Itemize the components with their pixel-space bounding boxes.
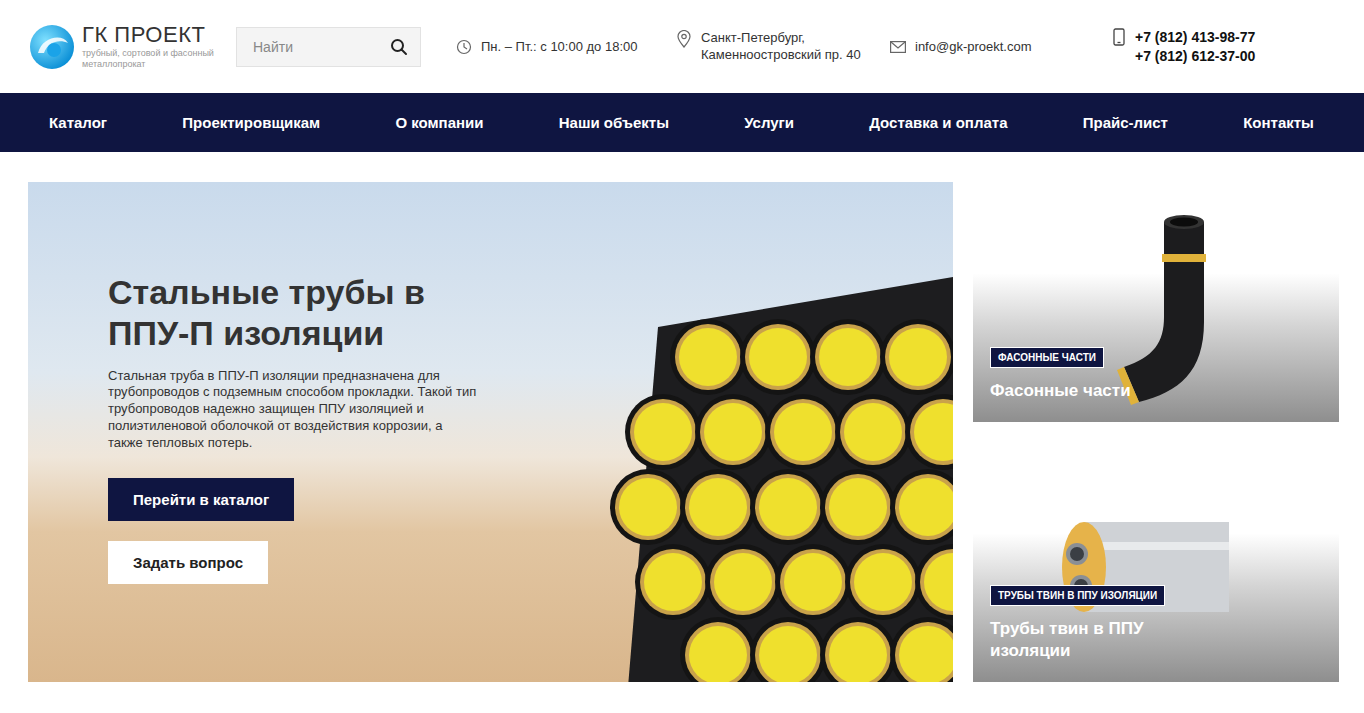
- hours-text: Пн. – Пт.: с 10:00 до 18:00: [481, 39, 638, 54]
- category-card[interactable]: ФАСОННЫЕ ЧАСТИ Фасонные части: [973, 182, 1339, 422]
- email[interactable]: info@gk-proekt.com: [890, 39, 1113, 54]
- search-icon[interactable]: [390, 38, 408, 56]
- nav-item[interactable]: О компании: [395, 114, 483, 131]
- category-cards: ФАСОННЫЕ ЧАСТИ Фасонные части ТРУБЫ ТВИН…: [973, 182, 1339, 682]
- logo-subtitle: трубный, сортовой и фасонный металлопрок…: [82, 48, 232, 69]
- card-title[interactable]: Трубы твин в ППУ изоляции: [990, 618, 1190, 662]
- nav-item[interactable]: Услуги: [744, 114, 794, 131]
- address: Санкт-Петербург,Каменноостровский пр. 40: [676, 30, 890, 64]
- search-field[interactable]: [236, 27, 421, 67]
- category-card[interactable]: ТРУБЫ ТВИН В ППУ ИЗОЛЯЦИИ Трубы твин в П…: [973, 442, 1339, 682]
- nav-item[interactable]: Контакты: [1243, 114, 1314, 131]
- location-pin-icon: [676, 30, 692, 48]
- nav-item[interactable]: Доставка и оплата: [869, 114, 1007, 131]
- clock-icon: [456, 39, 472, 55]
- nav-item[interactable]: Проектировщикам: [182, 114, 320, 131]
- nav-item[interactable]: Наши объекты: [559, 114, 669, 131]
- address-line: Каменноостровский пр. 40: [701, 47, 861, 64]
- hero-title: Стальные трубы в ППУ-П изоляции: [108, 272, 448, 354]
- email-text[interactable]: info@gk-proekt.com: [915, 39, 1032, 54]
- logo-icon: [28, 23, 76, 71]
- primary-button[interactable]: Перейти в каталог: [108, 478, 294, 521]
- logo[interactable]: ГК ПРОЕКТ трубный, сортовой и фасонный м…: [28, 23, 236, 71]
- logo-title: ГК ПРОЕКТ: [82, 24, 232, 46]
- header: ГК ПРОЕКТ трубный, сортовой и фасонный м…: [0, 0, 1364, 93]
- nav-item[interactable]: Каталог: [49, 114, 107, 131]
- secondary-button[interactable]: Задать вопрос: [108, 541, 268, 584]
- pipes-image: [588, 277, 953, 682]
- hero-text: Стальная труба в ППУ-П изоляции предназн…: [108, 368, 478, 452]
- phone-number[interactable]: +7 (812) 413-98-77: [1135, 28, 1255, 46]
- nav-item[interactable]: Прайс-лист: [1083, 114, 1168, 131]
- work-hours: Пн. – Пт.: с 10:00 до 18:00: [456, 39, 676, 55]
- card-tag: ФАСОННЫЕ ЧАСТИ: [990, 347, 1104, 368]
- phones: +7 (812) 413-98-77+7 (812) 612-37-00: [1113, 28, 1255, 64]
- page: ГК ПРОЕКТ трубный, сортовой и фасонный м…: [0, 0, 1364, 713]
- card-tag: ТРУБЫ ТВИН В ППУ ИЗОЛЯЦИИ: [990, 585, 1165, 606]
- main-content: Стальные трубы в ППУ-П изоляции Стальная…: [0, 152, 1364, 682]
- hero-banner: Стальные трубы в ППУ-П изоляции Стальная…: [28, 182, 953, 682]
- phone-number[interactable]: +7 (812) 612-37-00: [1135, 47, 1255, 65]
- elbow-pipe-image: [1109, 202, 1229, 412]
- mail-icon: [890, 41, 906, 53]
- card-title[interactable]: Фасонные части: [990, 380, 1131, 402]
- address-line: Санкт-Петербург,: [701, 30, 861, 47]
- search-input[interactable]: [251, 38, 390, 56]
- phone-icon: [1113, 28, 1125, 46]
- main-nav: Каталог Проектировщикам О компании Наши объ…: [0, 93, 1364, 152]
